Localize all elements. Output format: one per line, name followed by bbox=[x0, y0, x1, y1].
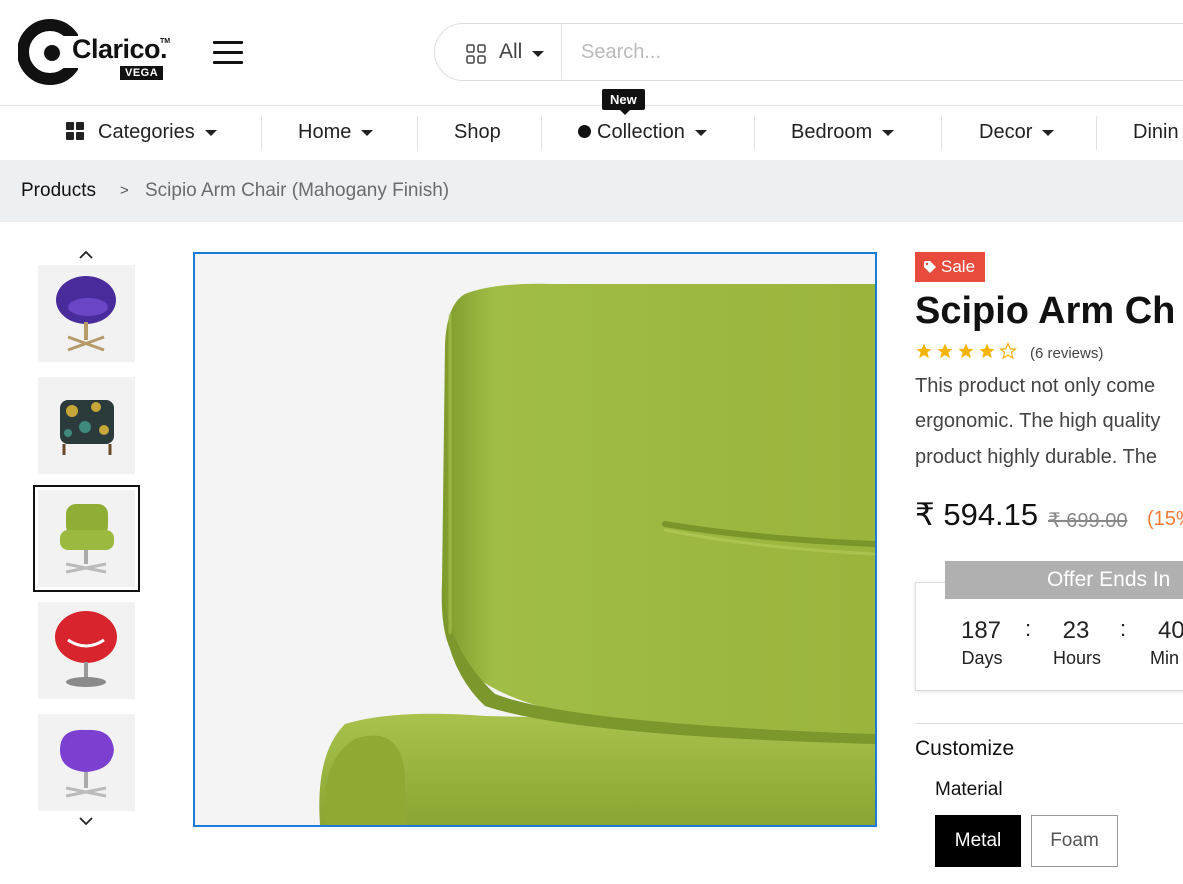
brand-logo[interactable]: Clarico. TM VEGA bbox=[18, 18, 174, 86]
chevron-down-icon bbox=[204, 129, 217, 136]
nav-label-bedroom: Bedroom bbox=[791, 121, 873, 143]
old-price: ₹ 699.00 bbox=[1048, 510, 1128, 532]
search-category-label: All bbox=[499, 40, 523, 63]
countdown-days: 187 bbox=[960, 617, 1002, 644]
breadcrumb-current: Scipio Arm Chair (Mahogany Finish) bbox=[145, 180, 450, 201]
chevron-down-icon bbox=[1042, 129, 1055, 136]
new-badge: New bbox=[602, 89, 645, 115]
tag-icon bbox=[924, 261, 936, 273]
violet-swan-chair-image bbox=[60, 729, 114, 798]
green-swivel-chair-image bbox=[60, 504, 114, 574]
sale-badge-label: Sale bbox=[941, 257, 976, 276]
nav-item-shop[interactable]: Shop bbox=[454, 106, 501, 160]
nav-item-decor[interactable]: Decor bbox=[979, 106, 1055, 160]
countdown-days-label: Days bbox=[961, 648, 1003, 668]
nav-item-collection[interactable]: Collection bbox=[578, 106, 707, 160]
red-egg-chair-image bbox=[55, 611, 117, 687]
product-title: Scipio Arm Ch bbox=[915, 290, 1176, 332]
thumbnail-green-swivel-chair[interactable] bbox=[33, 485, 140, 592]
main-nav: Categories Home Shop Collection Bedroom … bbox=[0, 106, 1183, 160]
reviews-link[interactable]: (6 reviews) bbox=[1030, 345, 1103, 362]
nav-label-dining: Dinin bbox=[1133, 121, 1179, 143]
chevron-down-icon bbox=[694, 129, 707, 136]
brand-sub: VEGA bbox=[120, 66, 164, 80]
chevron-down-icon bbox=[532, 51, 544, 57]
purple-egg-chair-image bbox=[56, 276, 116, 352]
chevron-down-icon bbox=[882, 129, 895, 136]
search-category-dropdown[interactable]: All bbox=[435, 24, 562, 79]
breadcrumb-separator: > bbox=[120, 182, 129, 199]
logo-mark-icon bbox=[18, 19, 78, 85]
nav-divider bbox=[1096, 116, 1097, 150]
thumbnail-red-egg-chair[interactable] bbox=[38, 602, 135, 699]
nav-divider bbox=[754, 116, 755, 150]
description-line: This product not only come bbox=[915, 375, 1156, 397]
menu-icon[interactable] bbox=[213, 41, 243, 65]
nav-divider bbox=[541, 116, 542, 150]
nav-label-decor: Decor bbox=[979, 121, 1033, 143]
floral-armchair-image bbox=[60, 400, 114, 455]
countdown-hours: 23 bbox=[1062, 617, 1090, 644]
countdown-separator: : bbox=[1025, 616, 1032, 641]
nav-label-collection: Collection bbox=[597, 121, 685, 143]
section-divider bbox=[915, 723, 1183, 724]
nav-divider bbox=[417, 116, 418, 150]
star-icon bbox=[979, 343, 995, 359]
discount-percent: (15% bbox=[1147, 508, 1183, 530]
countdown-minutes-label: Min bbox=[1150, 648, 1180, 668]
breadcrumb-link-products[interactable]: Products bbox=[21, 160, 96, 222]
dot-icon bbox=[578, 125, 591, 138]
nav-item-bedroom[interactable]: Bedroom bbox=[791, 106, 895, 160]
star-icon bbox=[937, 343, 953, 359]
nav-label-categories: Categories bbox=[98, 121, 195, 143]
search-input[interactable] bbox=[581, 34, 1181, 70]
star-icon bbox=[916, 343, 932, 359]
chevron-down-icon[interactable] bbox=[78, 815, 94, 827]
countdown-minutes: 40 bbox=[1158, 617, 1183, 644]
product-main-image[interactable] bbox=[193, 252, 877, 827]
thumbnail-purple-egg-chair[interactable] bbox=[38, 265, 135, 362]
material-option-metal[interactable]: Metal bbox=[935, 815, 1021, 867]
search-bar: All bbox=[434, 23, 1183, 81]
description-line: ergonomic. The high quality bbox=[915, 410, 1161, 432]
nav-label-shop: Shop bbox=[454, 121, 501, 143]
thumbnail-violet-swan-chair[interactable] bbox=[38, 714, 135, 811]
site-header: Clarico. TM VEGA All bbox=[0, 0, 1183, 106]
thumbnail-floral-armchair[interactable] bbox=[38, 377, 135, 474]
description-line: product highly durable. The bbox=[915, 446, 1158, 468]
green-chair-closeup-image bbox=[195, 254, 875, 825]
material-label: Material bbox=[935, 779, 1003, 800]
nav-label-home: Home bbox=[298, 121, 352, 143]
grid-icon bbox=[466, 44, 486, 64]
nav-item-categories[interactable]: Categories bbox=[66, 106, 217, 160]
categories-grid-icon bbox=[66, 122, 84, 140]
countdown-hours-label: Hours bbox=[1052, 648, 1101, 668]
star-icon bbox=[999, 342, 1017, 360]
offer-heading: Offer Ends In bbox=[945, 561, 1183, 599]
nav-item-home[interactable]: Home bbox=[298, 106, 374, 160]
chevron-up-icon[interactable] bbox=[78, 249, 94, 261]
rating-stars bbox=[915, 342, 1020, 362]
sale-badge: Sale bbox=[915, 252, 986, 282]
nav-divider bbox=[261, 116, 262, 150]
countdown-separator: : bbox=[1120, 616, 1127, 641]
star-icon bbox=[958, 343, 974, 359]
current-price: ₹ 594.15 bbox=[915, 497, 1039, 532]
customize-heading: Customize bbox=[915, 737, 1015, 760]
material-option-foam[interactable]: Foam bbox=[1031, 815, 1118, 867]
breadcrumb: Products > Scipio Arm Chair (Mahogany Fi… bbox=[0, 160, 1183, 222]
nav-item-dining[interactable]: Dinin bbox=[1133, 106, 1179, 160]
brand-tm: TM bbox=[160, 38, 171, 45]
chevron-down-icon bbox=[361, 129, 374, 136]
nav-divider bbox=[941, 116, 942, 150]
brand-name: Clarico. bbox=[72, 34, 168, 64]
